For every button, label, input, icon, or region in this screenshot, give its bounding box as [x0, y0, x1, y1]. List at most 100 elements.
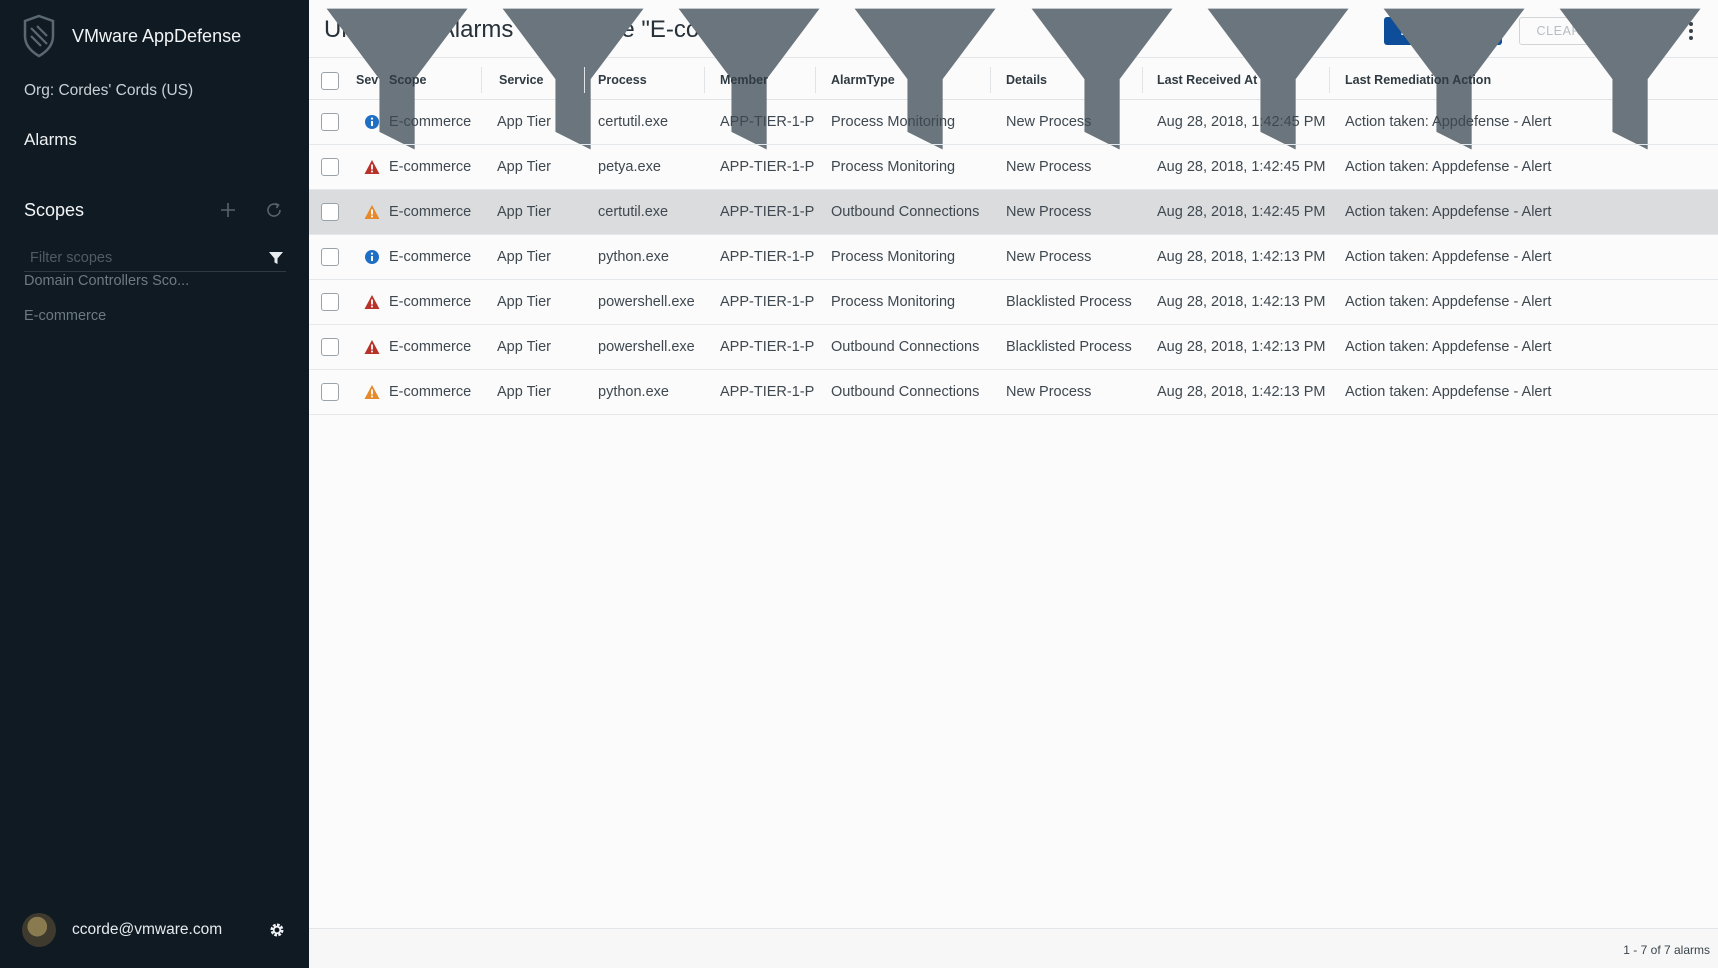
- column-header-sev[interactable]: Sev: [356, 59, 378, 100]
- table-row[interactable]: E-commerce App Tier python.exe APP-TIER-1-P…: [309, 235, 1718, 280]
- cell-alarm-type: Process Monitoring: [831, 114, 956, 130]
- cell-details: New Process: [1006, 114, 1092, 130]
- scope-item-e-commerce[interactable]: E-commerce: [24, 308, 106, 324]
- cell-process: python.exe: [598, 249, 669, 265]
- gear-icon[interactable]: [266, 919, 288, 941]
- cell-last-remediation-action: Action taken: Appdefense - Alert: [1345, 384, 1552, 400]
- cell-scope: E-commerce: [389, 339, 472, 355]
- cell-scope: E-commerce: [389, 204, 472, 220]
- cell-scope: E-commerce: [389, 159, 472, 175]
- column-header-member[interactable]: Member: [720, 59, 768, 100]
- cell-service: App Tier: [497, 114, 551, 130]
- avatar[interactable]: [22, 913, 56, 947]
- column-label: Sev: [356, 72, 379, 87]
- cell-details: New Process: [1006, 159, 1092, 175]
- cell-last-remediation-action: Action taken: Appdefense - Alert: [1345, 339, 1552, 355]
- column-header-last-remediation-action[interactable]: Last Remediation Action: [1345, 59, 1491, 100]
- cell-member: APP-TIER-1-P: [720, 384, 815, 400]
- column-separator[interactable]: [481, 67, 482, 93]
- table-row[interactable]: E-commerce App Tier powershell.exe APP-TIER…: [309, 325, 1718, 370]
- cell-member: APP-TIER-1-P: [720, 159, 815, 175]
- cell-process: python.exe: [598, 384, 669, 400]
- main-content: Uncleared Alarms > Scope "E-commerce" EX…: [309, 0, 1718, 968]
- column-header-service[interactable]: Service: [499, 59, 543, 100]
- cell-last-remediation-action: Action taken: Appdefense - Alert: [1345, 159, 1552, 175]
- cell-service: App Tier: [497, 294, 551, 310]
- filter-scopes-input[interactable]: [24, 249, 266, 266]
- cell-details: New Process: [1006, 204, 1092, 220]
- cell-alarm-type: Outbound Connections: [831, 339, 980, 355]
- select-all-checkbox[interactable]: [321, 72, 339, 90]
- pagination-text: 1 - 7 of 7 alarms: [1623, 943, 1710, 957]
- nav-alarms[interactable]: Alarms: [24, 130, 77, 150]
- row-checkbox[interactable]: [321, 383, 339, 401]
- table-body: E-commerce App Tier certutil.exe APP-TIER-1…: [309, 100, 1718, 415]
- cell-process: certutil.exe: [598, 204, 669, 220]
- column-separator[interactable]: [1142, 67, 1143, 93]
- column-header-last-received-at[interactable]: Last Received At: [1157, 59, 1257, 100]
- critical-triangle-icon: [364, 160, 380, 174]
- org-name[interactable]: Org: Cordes' Cords (US): [24, 82, 193, 100]
- column-header-details[interactable]: Details: [1006, 59, 1047, 100]
- table-row[interactable]: E-commerce App Tier python.exe APP-TIER-1-P…: [309, 370, 1718, 415]
- column-label: AlarmType: [831, 72, 895, 87]
- table-row[interactable]: E-commerce App Tier petya.exe APP-TIER-1-P P…: [309, 145, 1718, 190]
- filter-scopes: [24, 244, 286, 272]
- cell-alarm-type: Outbound Connections: [831, 384, 980, 400]
- cell-scope: E-commerce: [389, 384, 472, 400]
- cell-details: New Process: [1006, 384, 1092, 400]
- table-row[interactable]: E-commerce App Tier certutil.exe APP-TIER-1…: [309, 190, 1718, 235]
- warning-triangle-icon: [364, 205, 380, 219]
- column-label: Member: [720, 72, 768, 87]
- row-checkbox[interactable]: [321, 248, 339, 266]
- row-checkbox[interactable]: [321, 113, 339, 131]
- column-label: Last Received At: [1157, 72, 1258, 87]
- scope-item-domain-controllers[interactable]: Domain Controllers Sco...: [24, 273, 189, 289]
- refresh-icon[interactable]: [262, 198, 286, 222]
- cell-service: App Tier: [497, 204, 551, 220]
- cell-member: APP-TIER-1-P: [720, 114, 815, 130]
- column-header-alarm-type[interactable]: AlarmType: [831, 59, 895, 100]
- plus-icon[interactable]: [216, 198, 240, 222]
- column-separator[interactable]: [1329, 67, 1330, 93]
- column-label: Scope: [389, 72, 427, 87]
- scopes-header: Scopes: [24, 197, 286, 223]
- info-circle-icon: [365, 250, 379, 264]
- row-checkbox[interactable]: [321, 203, 339, 221]
- row-checkbox[interactable]: [321, 293, 339, 311]
- table-header: Sev Scope Service Process Member AlarmType Det…: [309, 8, 1718, 150]
- alarms-table: Sev Scope Service Process Member AlarmType Det…: [309, 8, 1718, 415]
- cell-process: petya.exe: [598, 159, 661, 175]
- critical-triangle-icon: [364, 340, 380, 354]
- filter-icon[interactable]: [266, 248, 286, 268]
- cell-last-received-at: Aug 28, 2018, 1:42:45 PM: [1157, 114, 1326, 130]
- brand: VMware AppDefense: [22, 14, 241, 58]
- table-row[interactable]: E-commerce App Tier powershell.exe APP-TIER…: [309, 280, 1718, 325]
- cell-last-received-at: Aug 28, 2018, 1:42:45 PM: [1157, 204, 1326, 220]
- column-separator[interactable]: [584, 67, 585, 93]
- cell-alarm-type: Process Monitoring: [831, 294, 956, 310]
- table-row[interactable]: E-commerce App Tier certutil.exe APP-TIER-1…: [309, 100, 1718, 145]
- column-header-scope[interactable]: Scope: [389, 59, 427, 100]
- cell-service: App Tier: [497, 249, 551, 265]
- cell-service: App Tier: [497, 384, 551, 400]
- column-header-process[interactable]: Process: [598, 59, 647, 100]
- sidebar: VMware AppDefense Org: Cordes' Cords (US…: [0, 0, 309, 968]
- cell-details: Blacklisted Process: [1006, 339, 1132, 355]
- cell-member: APP-TIER-1-P: [720, 249, 815, 265]
- cell-last-received-at: Aug 28, 2018, 1:42:13 PM: [1157, 339, 1326, 355]
- cell-scope: E-commerce: [389, 114, 472, 130]
- table-footer: 1 - 7 of 7 alarms: [309, 928, 1718, 968]
- row-checkbox[interactable]: [321, 338, 339, 356]
- row-checkbox[interactable]: [321, 158, 339, 176]
- cell-alarm-type: Process Monitoring: [831, 159, 956, 175]
- column-separator[interactable]: [990, 67, 991, 93]
- cell-alarm-type: Outbound Connections: [831, 204, 980, 220]
- cell-process: powershell.exe: [598, 339, 695, 355]
- app-name: VMware AppDefense: [72, 25, 242, 46]
- cell-last-remediation-action: Action taken: Appdefense - Alert: [1345, 114, 1552, 130]
- column-separator[interactable]: [704, 67, 705, 93]
- column-separator[interactable]: [815, 67, 816, 93]
- cell-member: APP-TIER-1-P: [720, 204, 815, 220]
- cell-scope: E-commerce: [389, 294, 472, 310]
